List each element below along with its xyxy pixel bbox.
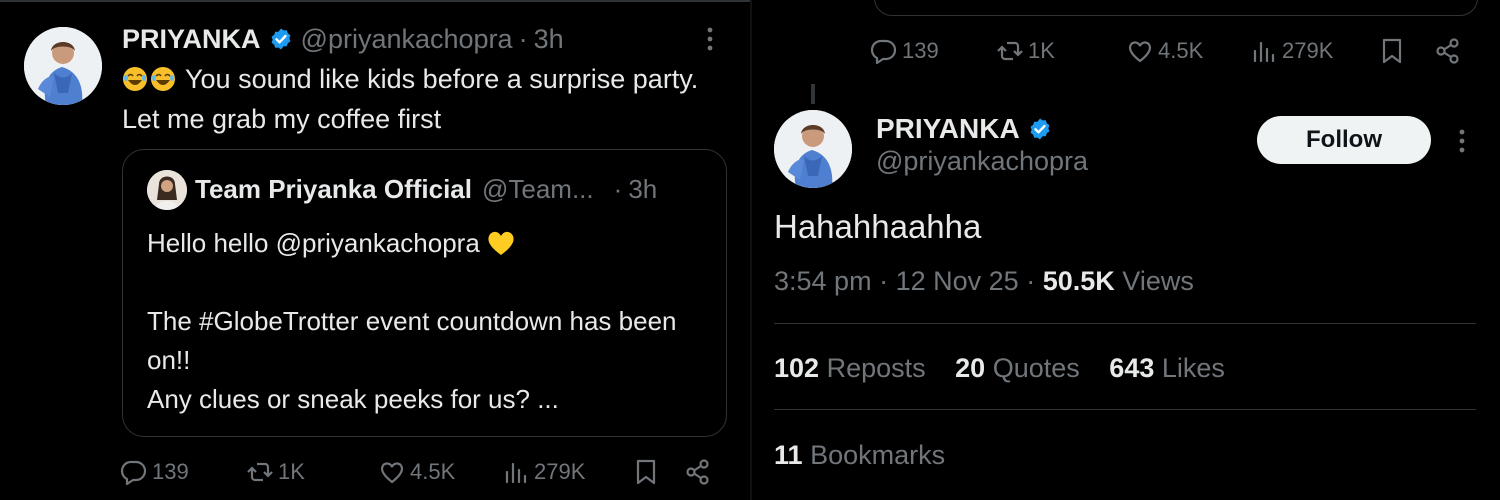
quotes-label: Quotes [992,353,1080,383]
reposts-count: 102 [774,353,820,383]
likes-label: Likes [1161,353,1225,383]
share-button[interactable] [1434,36,1466,66]
avatar-image [24,27,102,105]
reply-icon [120,460,147,486]
divider [774,323,1476,324]
follow-button[interactable]: Follow [1257,116,1431,164]
tweet-date[interactable]: 12 Nov 25 [896,266,1019,296]
quote-header: Team Priyanka Official @Team... · 3h [195,172,657,206]
quote-time: 3h [628,173,658,204]
dot-separator: · [879,266,889,296]
reply-icon [870,39,897,65]
like-count: 4.5K [1158,38,1204,63]
quote-line-3: Any clues or sneak peeks for us? ... [147,384,559,414]
author-handle[interactable]: @priyankachopra [876,146,1088,177]
views-label: Views [1122,266,1194,296]
likes-count: 643 [1109,353,1155,383]
views-count: 279K [1282,38,1334,63]
heart-icon [1128,41,1152,63]
repost-count: 1K [1028,38,1055,63]
right-tweet-panel: 139 1K 4.5K 279K PRIYANKA @priyankachopr… [752,0,1500,500]
engagement-stats: 102 Reposts 20 Quotes 643 Likes [774,353,1247,384]
verified-badge-icon [1030,118,1050,140]
thread-connector [811,84,815,104]
author-name[interactable]: PRIYANKA [122,24,261,55]
author-name[interactable]: PRIYANKA [876,113,1020,145]
like-button[interactable]: 4.5K [1126,36,1203,66]
quotes-count: 20 [955,353,986,383]
quoted-tweet[interactable]: Team Priyanka Official @Team... · 3h Hel… [122,149,727,437]
top-divider [0,0,750,2]
share-icon [686,459,709,485]
bookmarks-count: 11 [774,440,803,470]
repost-button[interactable]: 1K [996,36,1055,66]
tweet-time[interactable]: 3:54 pm [774,266,872,296]
bookmarks-stat[interactable]: 11 Bookmarks [774,440,945,471]
divider [774,409,1476,410]
quote-author-handle: @Team... [481,173,594,204]
reply-count: 139 [152,459,189,484]
heart-icon [380,462,404,484]
views-count: 279K [534,459,586,484]
dot-separator: · [613,173,623,204]
views-button[interactable]: 279K [502,457,585,487]
author-handle[interactable]: @priyankachopra [301,24,513,55]
previous-quote-card-edge [874,0,1478,16]
tweet-time[interactable]: 3h [534,24,564,55]
avatar[interactable] [774,110,852,188]
like-count: 4.5K [410,459,456,484]
tweet-text-body: You sound like kids before a surprise pa… [122,64,699,134]
bookmark-button[interactable] [632,457,664,487]
views-chart-icon [505,462,527,484]
repost-button[interactable]: 1K [246,457,305,487]
tweet-header: PRIYANKA [876,112,1060,146]
like-button[interactable]: 4.5K [378,457,455,487]
likes-stat[interactable]: 643 Likes [1109,353,1225,383]
repost-icon [997,41,1023,61]
yellow-heart-icon [488,231,514,255]
reposts-stat[interactable]: 102 Reposts [774,353,926,383]
bookmark-button[interactable] [1378,36,1410,66]
repost-icon [247,462,273,482]
quotes-stat[interactable]: 20 Quotes [955,353,1080,383]
quote-line-1: Hello hello @priyankachopra [147,228,480,258]
reply-count: 139 [902,38,939,63]
reply-button[interactable]: 139 [870,36,939,66]
repost-count: 1K [278,459,305,484]
reply-button[interactable]: 139 [120,457,189,487]
quote-text: Hello hello @priyankachopra The #GlobeTr… [147,224,717,419]
tweet-meta: 3:54 pm · 12 Nov 25 · 50.5K Views [774,266,1194,297]
left-tweet-panel: PRIYANKA @priyankachopra · 3h You sound … [0,0,750,500]
avatar-image [774,110,852,188]
tweet-text: Hahahhaahha [774,208,982,245]
quote-avatar-image [147,170,187,210]
views-chart-icon [1253,41,1275,63]
more-options-icon[interactable] [1452,126,1472,156]
quote-author-name: Team Priyanka Official [195,173,472,204]
tweet-text: You sound like kids before a surprise pa… [122,59,712,139]
more-options-icon[interactable] [700,24,720,54]
views-button[interactable]: 279K [1250,36,1333,66]
views-count: 50.5K [1042,266,1115,296]
verified-badge-icon [271,28,290,50]
quote-line-2: The #GlobeTrotter event countdown has be… [147,306,677,375]
bookmark-icon [1382,38,1402,64]
share-button[interactable] [684,457,716,487]
bookmarks-label: Bookmarks [810,440,946,470]
dot-separator: · [1026,266,1036,296]
bookmark-icon [636,459,656,485]
quote-avatar [147,170,187,210]
share-icon [1436,38,1459,64]
dot-separator: · [518,23,528,54]
laughing-emoji-icon [151,67,175,91]
reposts-label: Reposts [826,353,926,383]
laughing-emoji-icon [123,67,147,91]
avatar[interactable] [24,27,102,105]
tweet-header: PRIYANKA @priyankachopra · 3h [122,22,564,56]
